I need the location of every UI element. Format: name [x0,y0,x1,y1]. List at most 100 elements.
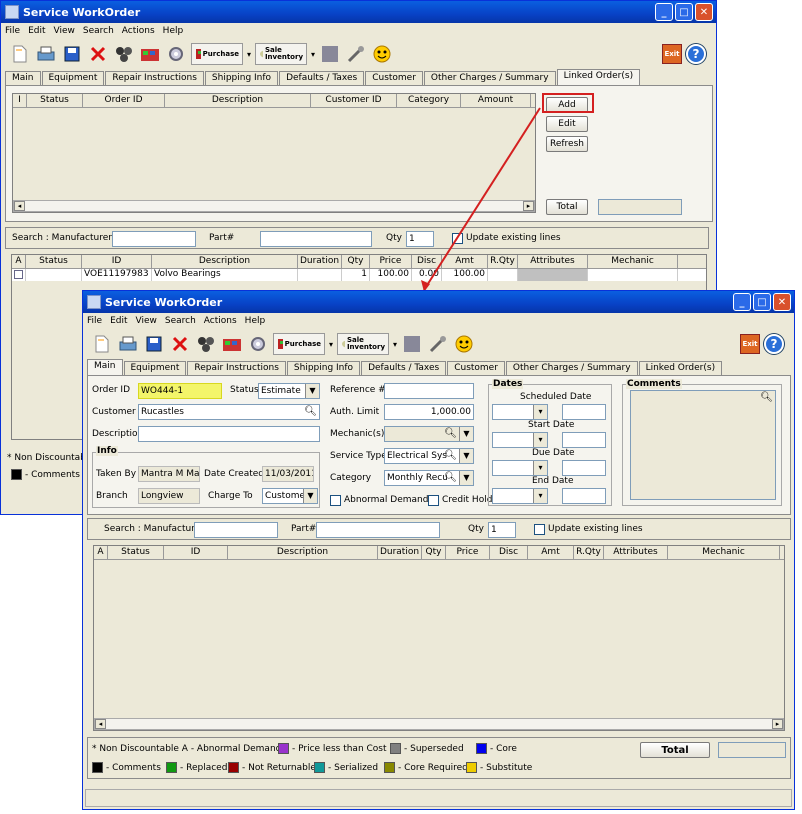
col-attributes[interactable]: Attributes [604,546,668,559]
part-input[interactable] [316,522,440,538]
tab-repair-instructions[interactable]: Repair Instructions [187,361,286,375]
exit-button[interactable]: Exit [740,334,760,354]
order-id-field[interactable]: WO444-1 [138,383,222,399]
description-field[interactable] [138,426,320,442]
chevron-down-icon[interactable]: ▾ [533,461,547,475]
due-time-field[interactable] [562,460,606,476]
legend-price-less: - Price less than Cost [278,743,387,754]
lines-hscroll[interactable]: ◂ ▸ [94,718,784,730]
search-icon[interactable]: 🔍︎ [444,449,457,463]
menu-view[interactable]: View [136,316,157,326]
service-type-select[interactable]: Electrical System🔍︎▼ [384,448,474,464]
tab-main[interactable]: Main [87,359,123,375]
start-time-field[interactable] [562,432,606,448]
col-status[interactable]: Status [108,546,164,559]
delete-button[interactable] [169,333,191,355]
front-toolbar: Purchase ▾ Sale Inventory ▾ Exit ? [83,329,794,359]
start-date-picker[interactable]: ▾ [492,432,548,448]
tab-defaults-taxes[interactable]: Defaults / Taxes [361,361,447,375]
auth-limit-field[interactable]: 1,000.00 [384,404,474,420]
tab-customer[interactable]: Customer [447,361,505,375]
status-bar [85,789,792,807]
chevron-down-icon[interactable]: ▾ [533,433,547,447]
chevron-down-icon[interactable]: ▼ [303,489,317,503]
branch-field: Longview [138,488,200,504]
tab-shipping-info[interactable]: Shipping Info [286,361,361,375]
col-id[interactable]: ID [164,546,228,559]
new-button[interactable] [91,333,113,355]
update-lines-checkbox[interactable] [534,524,545,535]
menu-search[interactable]: Search [165,316,196,326]
col-amt[interactable]: Amt [528,546,574,559]
qty-input[interactable]: 1 [488,522,516,538]
sale-dropdown-icon[interactable]: ▾ [393,340,397,349]
tab-equipment[interactable]: Equipment [123,361,187,375]
tools-button[interactable] [427,333,449,355]
core-required-text: - Core Required [398,763,468,773]
maximize-button[interactable]: □ [753,293,771,311]
col-mechanic[interactable]: Mechanic [668,546,780,559]
purchase-button[interactable]: Purchase [273,333,325,355]
parts-button[interactable] [195,333,217,355]
mechanics-field[interactable]: 🔍︎ ▼ [384,426,474,442]
col-rqty[interactable]: R.Qty [574,546,604,559]
search-manufacturer-label: Search : Manufacturer [104,524,204,534]
search-icon[interactable]: 🔍︎ [444,471,457,485]
credit-hold-checkbox[interactable] [428,495,439,506]
menu-actions[interactable]: Actions [204,316,237,326]
chevron-down-icon[interactable]: ▾ [533,489,547,503]
chevron-down-icon[interactable]: ▼ [459,427,473,441]
menu-file[interactable]: File [87,316,102,326]
end-time-field[interactable] [562,488,606,504]
chevron-down-icon[interactable]: ▼ [459,449,473,463]
legend-superseded: - Superseded [390,743,464,754]
total-button[interactable]: Total [640,742,710,758]
tab-linked-orders[interactable]: Linked Order(s) [638,361,723,375]
parts-icon [198,337,214,352]
chevron-down-icon[interactable]: ▼ [305,384,319,398]
order-id-label: Order ID [92,385,131,395]
reference-field[interactable] [384,383,474,399]
status-select[interactable]: Estimate ▼ [258,383,320,399]
legend-replaced: - Replaced [166,762,227,773]
scheduled-date-picker[interactable]: ▾ [492,404,548,420]
due-date-picker[interactable]: ▾ [492,460,548,476]
abnormal-demand-checkbox[interactable] [330,495,341,506]
help-face-button[interactable] [453,333,475,355]
col-a[interactable]: A [94,546,108,559]
print-button[interactable] [117,333,139,355]
tab-other-charges[interactable]: Other Charges / Summary [505,361,638,375]
end-date-picker[interactable]: ▾ [492,488,548,504]
sale-inventory-button[interactable]: Sale Inventory [337,333,390,355]
chevron-down-icon[interactable]: ▼ [459,471,473,485]
service-type-value: Electrical System [387,451,447,461]
inventory-button[interactable] [221,333,243,355]
purchase-dropdown-icon[interactable]: ▾ [329,340,333,349]
minimize-button[interactable]: _ [733,293,751,311]
settings-button[interactable] [247,333,269,355]
close-button[interactable]: ✕ [773,293,791,311]
scheduled-time-field[interactable] [562,404,606,420]
col-description[interactable]: Description [228,546,378,559]
help-icon[interactable]: ? [764,334,784,354]
col-disc[interactable]: Disc [490,546,528,559]
search-icon[interactable]: 🔍︎ [760,392,773,403]
search-icon[interactable]: 🔍︎ [444,427,457,441]
comments-field[interactable]: 🔍︎ [630,390,776,500]
calculator-button[interactable] [401,333,423,355]
save-button[interactable] [143,333,165,355]
col-duration[interactable]: Duration [378,546,422,559]
legend-core-required: - Core Required [384,762,468,773]
menu-help[interactable]: Help [245,316,266,326]
customer-field[interactable]: Rucastles 🔍︎ [138,404,320,420]
category-select[interactable]: Monthly Recurring🔍︎▼ [384,470,474,486]
scroll-left-icon[interactable]: ◂ [95,719,106,729]
charge-to-select[interactable]: Customer ▼ [262,488,318,504]
menu-edit[interactable]: Edit [110,316,127,326]
manufacturer-input[interactable] [194,522,278,538]
scroll-right-icon[interactable]: ▸ [772,719,783,729]
col-price[interactable]: Price [446,546,490,559]
search-icon[interactable]: 🔍︎ [304,405,317,419]
chevron-down-icon[interactable]: ▾ [533,405,547,419]
col-qty[interactable]: Qty [422,546,446,559]
